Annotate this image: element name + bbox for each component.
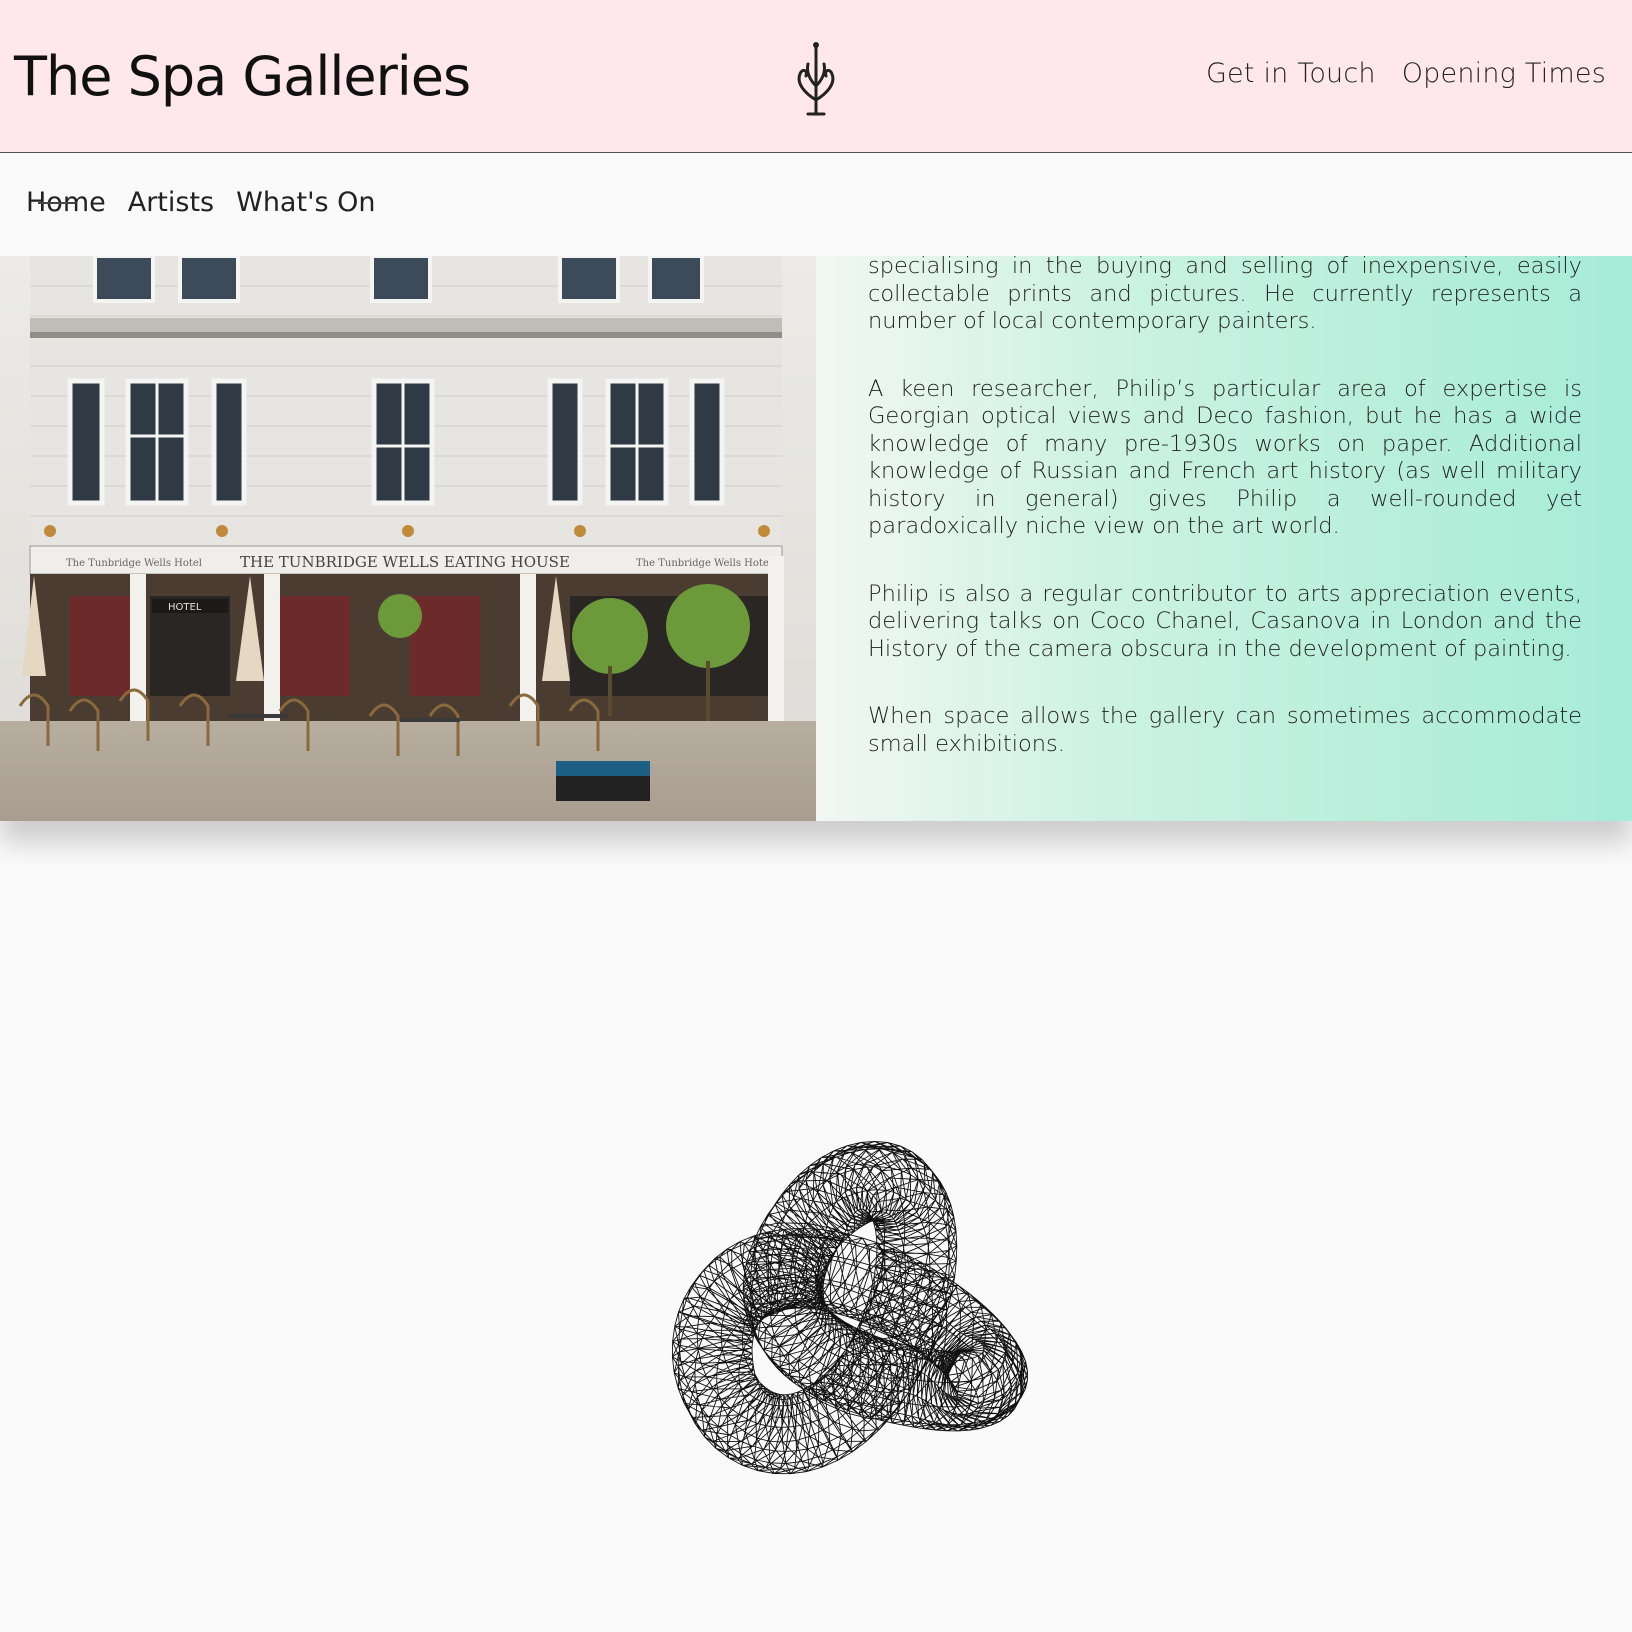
hotel-sign-text: HOTEL xyxy=(168,602,202,613)
main-nav: Home Artists What's On xyxy=(0,153,1632,255)
about-section: The Tunbridge Wells Hotel THE TUNBRIDGE … xyxy=(0,253,1632,821)
knot-wireframe-mesh xyxy=(671,1140,1028,1475)
wireframe-torus-knot-graphic xyxy=(671,1140,1028,1475)
about-paragraph: specialising in the buying and selling o… xyxy=(868,253,1582,334)
site-header: The Spa Galleries Get in Touch Opening T… xyxy=(0,0,1632,153)
about-paragraph: Philip is also a regular contributor to … xyxy=(868,580,1582,662)
sign-left-text: The Tunbridge Wells Hotel xyxy=(66,558,202,569)
nav-item-whats-on[interactable]: What's On xyxy=(236,187,375,222)
opening-times-link[interactable]: Opening Times xyxy=(1402,58,1606,89)
nav-item-home[interactable]: Home xyxy=(26,187,106,222)
sign-right-text: The Tunbridge Wells Hotel xyxy=(636,558,772,569)
gallery-building-photo: The Tunbridge Wells Hotel THE TUNBRIDGE … xyxy=(0,256,816,821)
fountain-icon[interactable] xyxy=(786,38,846,118)
about-paragraph: When space allows the gallery can someti… xyxy=(868,703,1582,757)
active-nav-indicator xyxy=(38,202,76,204)
nav-item-artists[interactable]: Artists xyxy=(128,187,214,222)
about-paragraph: A keen researcher, Philip’s particular a… xyxy=(868,375,1582,540)
site-title[interactable]: The Spa Galleries xyxy=(14,42,471,112)
get-in-touch-link[interactable]: Get in Touch xyxy=(1206,58,1376,89)
sign-main-text: THE TUNBRIDGE WELLS EATING HOUSE xyxy=(240,553,570,571)
header-links: Get in Touch Opening Times xyxy=(1206,58,1606,89)
about-text-panel: specialising in the buying and selling o… xyxy=(816,253,1632,821)
